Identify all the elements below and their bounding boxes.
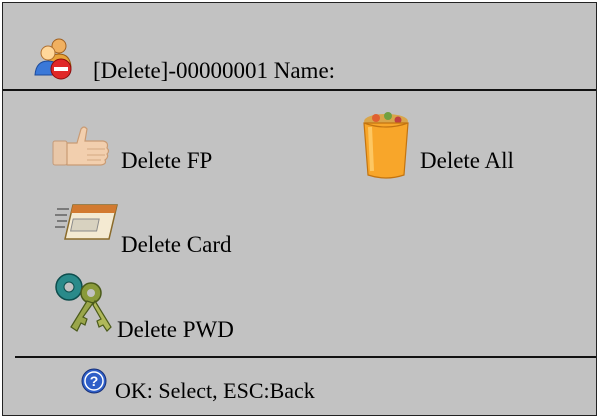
- menu-item-delete-fp[interactable]: Delete FP: [51, 125, 241, 185]
- svg-text:?: ?: [90, 373, 99, 389]
- trash-bin-icon: [358, 111, 418, 181]
- help-icon: ?: [81, 368, 107, 394]
- thumb-icon: [51, 125, 115, 167]
- card-icon: [55, 201, 119, 241]
- header-bar: [Delete]-00000001 Name:: [3, 3, 596, 91]
- menu-item-label: Delete All: [420, 148, 514, 173]
- delete-user-icon: [33, 37, 75, 81]
- footer-hint: OK: Select, ESC:Back: [115, 378, 315, 403]
- delete-screen: [Delete]-00000001 Name: Delete FP Delete…: [2, 2, 597, 416]
- menu-item-delete-all[interactable]: Delete All: [358, 111, 558, 191]
- footer-bar: ? OK: Select, ESC:Back: [15, 356, 596, 415]
- menu-item-label: Delete PWD: [117, 317, 234, 342]
- menu-item-delete-card[interactable]: Delete Card: [55, 201, 275, 261]
- menu-item-label: Delete FP: [121, 148, 213, 173]
- menu-item-delete-pwd[interactable]: Delete PWD: [53, 271, 273, 343]
- page-title: [Delete]-00000001 Name:: [93, 58, 336, 83]
- keys-icon: [53, 271, 117, 335]
- menu-item-label: Delete Card: [121, 232, 232, 257]
